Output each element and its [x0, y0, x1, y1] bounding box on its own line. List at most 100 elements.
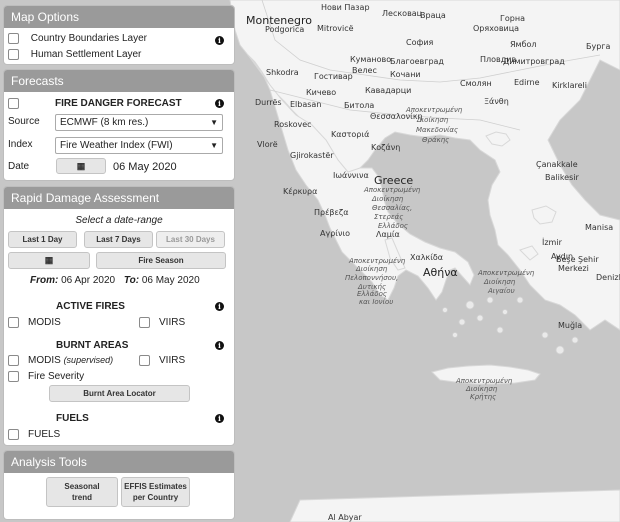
map-place-label: Κέρκυρα	[283, 187, 318, 196]
date-value: 06 May 2020	[113, 161, 177, 173]
map-place-label: Ямбол	[510, 40, 537, 49]
map-options-panel: Map Options Country Boundaries Layer i H…	[3, 5, 235, 65]
map-place-label: Оряховица	[473, 24, 520, 33]
map-place-label: Edirne	[514, 78, 540, 87]
map-place-label: Бурга	[586, 42, 611, 51]
map-place-label: Кавадарци	[365, 86, 412, 95]
map-place-label: Гостивар	[314, 72, 353, 81]
map-place-label: Αιγαίου	[488, 287, 515, 295]
map-place-label: Çanakkale	[536, 160, 578, 169]
to-value: 06 May 2020	[141, 275, 200, 286]
map-place-label: Χαλκίδα	[410, 253, 444, 262]
map-place-label: και Ιονίου	[359, 298, 394, 306]
select-range-label: Select a date-range	[75, 215, 163, 226]
map-place-label: Αποκεντρωμένη	[478, 269, 535, 277]
map-place-label: Враца	[420, 11, 446, 20]
rda-title: Rapid Damage Assessment	[4, 187, 234, 209]
calendar-icon: ▦	[44, 255, 54, 265]
map-place-label: Димитровград	[503, 57, 565, 66]
country-boundaries-checkbox[interactable]	[8, 33, 19, 44]
burnt-area-locator-button[interactable]: Burnt Area Locator	[49, 385, 190, 402]
modis-af-checkbox[interactable]	[8, 317, 19, 328]
map-place-label: Πρέβεζα	[314, 208, 349, 217]
map-place-label: Πελοποννήσου,	[345, 274, 399, 282]
map-place-label: Кичево	[306, 88, 337, 97]
map-place-label: Θράκης	[422, 136, 450, 144]
chevron-down-icon: ▼	[210, 118, 218, 127]
last-7-days-button[interactable]: Last 7 Days	[84, 231, 153, 248]
forecasts-panel: Forecasts FIRE DANGER FORECAST i Source …	[3, 69, 235, 181]
map-place-label: Διοίκηση	[372, 195, 404, 203]
map-place-label: Αθήνα	[423, 266, 458, 279]
seasonal-trend-button[interactable]: Seasonal trend	[46, 477, 118, 507]
map-place-label: Podgorica	[265, 25, 305, 34]
map-place-label: Λαμία	[376, 230, 400, 239]
index-value: Fire Weather Index (FWI)	[60, 140, 173, 151]
fuels-label[interactable]: FUELS	[28, 429, 60, 440]
map-place-label: Ιωάννινα	[333, 171, 369, 180]
effis-estimates-line2: per Country	[132, 493, 179, 502]
fuels-heading: FUELS	[56, 413, 89, 424]
modis-ba-label[interactable]: MODIS	[28, 355, 61, 366]
map-place-label: Ξάνθη	[484, 97, 509, 106]
map-place-label: Kirklareli	[552, 81, 587, 90]
effis-estimates-button[interactable]: EFFIS Estimates per Country	[121, 477, 190, 507]
map-place-label: Balikesir	[545, 173, 579, 182]
calendar-button[interactable]: ▦	[8, 252, 90, 269]
seasonal-trend-line1: Seasonal	[64, 482, 100, 491]
map-place-label: Manisa	[585, 223, 614, 232]
to-label: To:	[123, 275, 140, 286]
viirs-ba-label[interactable]: VIIRS	[159, 355, 185, 366]
effis-estimates-line1: EFFIS Estimates	[124, 482, 187, 491]
fire-danger-heading: FIRE DANGER FORECAST	[55, 98, 182, 109]
fire-danger-checkbox[interactable]	[8, 98, 19, 109]
human-settlement-label[interactable]: Human Settlement Layer	[31, 49, 142, 60]
human-settlement-checkbox[interactable]	[8, 49, 19, 60]
info-icon[interactable]: i	[215, 302, 224, 311]
fuels-checkbox[interactable]	[8, 429, 19, 440]
map-place-label: Θεσσαλίας,	[372, 204, 413, 212]
calendar-button[interactable]: ▦	[56, 158, 106, 174]
analysis-panel: Analysis Tools Seasonal trend EFFIS Esti…	[3, 450, 235, 520]
map-place-label: Al Abyar	[328, 513, 362, 522]
info-icon[interactable]: i	[215, 414, 224, 423]
last-30-days-button[interactable]: Last 30 Days	[156, 231, 225, 248]
last-1-day-button[interactable]: Last 1 Day	[8, 231, 77, 248]
info-icon[interactable]: i	[215, 36, 224, 45]
map-place-label: Roskovec	[274, 120, 312, 129]
viirs-ba-checkbox[interactable]	[139, 355, 150, 366]
forecasts-title: Forecasts	[4, 70, 234, 92]
map-place-label: Διοίκηση	[484, 278, 516, 286]
map-place-label: Mitrovicë	[317, 24, 354, 33]
from-label: From:	[30, 275, 59, 286]
analysis-title: Analysis Tools	[4, 451, 234, 473]
map-place-label: Благоевград	[390, 57, 444, 66]
from-value: 06 Apr 2020	[61, 275, 116, 286]
map-place-label: Κοζάνη	[371, 143, 401, 152]
modis-af-label[interactable]: MODIS	[28, 317, 61, 328]
index-select[interactable]: Fire Weather Index (FWI) ▼	[55, 137, 223, 154]
seasonal-trend-line2: trend	[72, 493, 92, 502]
fire-severity-checkbox[interactable]	[8, 371, 19, 382]
chevron-down-icon: ▼	[210, 141, 218, 150]
source-select[interactable]: ECMWF (8 km res.) ▼	[55, 114, 223, 131]
modis-ba-checkbox[interactable]	[8, 355, 19, 366]
map-place-label: Θεσσαλονίκη	[370, 112, 423, 121]
map-place-label: Στερεάς	[374, 213, 404, 221]
burnt-areas-heading: BURNT AREAS	[56, 340, 129, 351]
map-place-label: Αποκεντρωμένη	[364, 186, 421, 194]
viirs-af-label[interactable]: VIIRS	[159, 317, 185, 328]
map-place-label: Merkezi	[558, 264, 589, 273]
map-place-label: Muğla	[558, 321, 583, 330]
info-icon[interactable]: i	[215, 99, 224, 108]
fire-severity-label[interactable]: Fire Severity	[28, 371, 84, 382]
map-place-label: Куманово	[350, 55, 392, 64]
map-place-label: Μακεδονίας	[416, 126, 459, 134]
viirs-af-checkbox[interactable]	[139, 317, 150, 328]
map-place-label: Durrës	[255, 98, 282, 107]
info-icon[interactable]: i	[215, 341, 224, 350]
map-place-label: Greece	[374, 174, 414, 187]
map-place-label: София	[406, 38, 434, 47]
fire-season-button[interactable]: Fire Season	[96, 252, 226, 269]
country-boundaries-label[interactable]: Country Boundaries Layer	[31, 33, 147, 44]
